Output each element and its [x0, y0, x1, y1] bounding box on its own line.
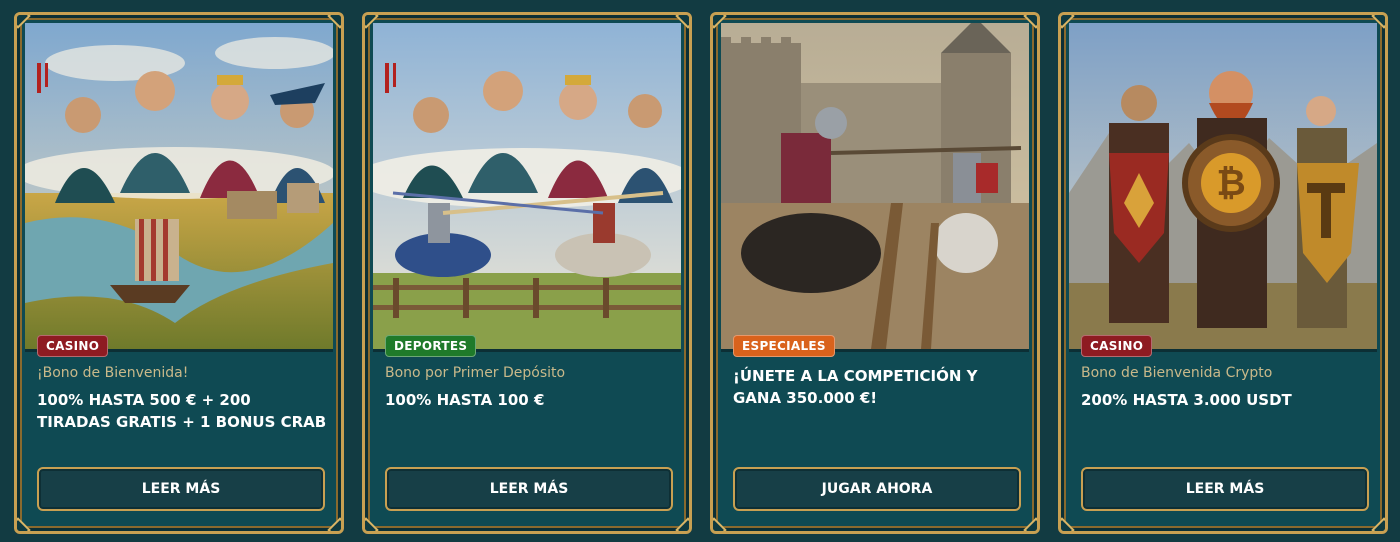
- category-badge: DEPORTES: [385, 335, 477, 357]
- promo-card-special-competition[interactable]: ESPECIALES ¡ÚNETE A LA COMPETICIÓN Y GAN…: [710, 12, 1040, 534]
- promo-image-crypto-warriors: ₿: [1069, 23, 1377, 352]
- promo-card-casino-crypto[interactable]: ₿ CASINO Bono de Bienvenida Crypto 200% …: [1058, 12, 1388, 534]
- promo-title: 100% HASTA 500 € + 200 TIRADAS GRATIS + …: [37, 391, 327, 431]
- promo-image-leaders-viking-ship: [25, 23, 333, 352]
- card-corner-ornament: [713, 517, 727, 531]
- category-badge: ESPECIALES: [733, 335, 835, 357]
- card-corner-ornament: [1371, 517, 1385, 531]
- svg-text:₿: ₿: [1216, 163, 1245, 204]
- category-badge: CASINO: [1081, 335, 1153, 357]
- card-corner-ornament: [17, 517, 31, 531]
- promo-card-sports-first-deposit[interactable]: DEPORTES Bono por Primer Depósito 100% H…: [362, 12, 692, 534]
- card-corner-ornament: [1061, 517, 1075, 531]
- category-badge: CASINO: [37, 335, 109, 357]
- play-now-button[interactable]: JUGAR AHORA: [733, 467, 1021, 511]
- promo-card-casino-welcome[interactable]: CASINO ¡Bono de Bienvenida! 100% HASTA 5…: [14, 12, 344, 534]
- promo-image-leaders-jousting: [373, 23, 681, 352]
- read-more-button[interactable]: LEER MÁS: [37, 467, 325, 511]
- read-more-button[interactable]: LEER MÁS: [1081, 467, 1369, 511]
- card-corner-ornament: [327, 517, 341, 531]
- promo-image-jousting-castle: [721, 23, 1029, 352]
- promo-title: 200% HASTA 3.000 USDT: [1081, 391, 1292, 409]
- card-corner-ornament: [365, 517, 379, 531]
- promo-subtitle: Bono de Bienvenida Crypto: [1081, 365, 1273, 381]
- card-corner-ornament: [675, 517, 689, 531]
- promotions-row: CASINO ¡Bono de Bienvenida! 100% HASTA 5…: [0, 0, 1400, 542]
- card-corner-ornament: [1023, 517, 1037, 531]
- promo-title: ¡ÚNETE A LA COMPETICIÓN Y GANA 350.000 €…: [733, 367, 978, 407]
- promo-title: 100% HASTA 100 €: [385, 391, 545, 409]
- read-more-button[interactable]: LEER MÁS: [385, 467, 673, 511]
- promo-subtitle: ¡Bono de Bienvenida!: [37, 365, 189, 381]
- promo-subtitle: Bono por Primer Depósito: [385, 365, 566, 381]
